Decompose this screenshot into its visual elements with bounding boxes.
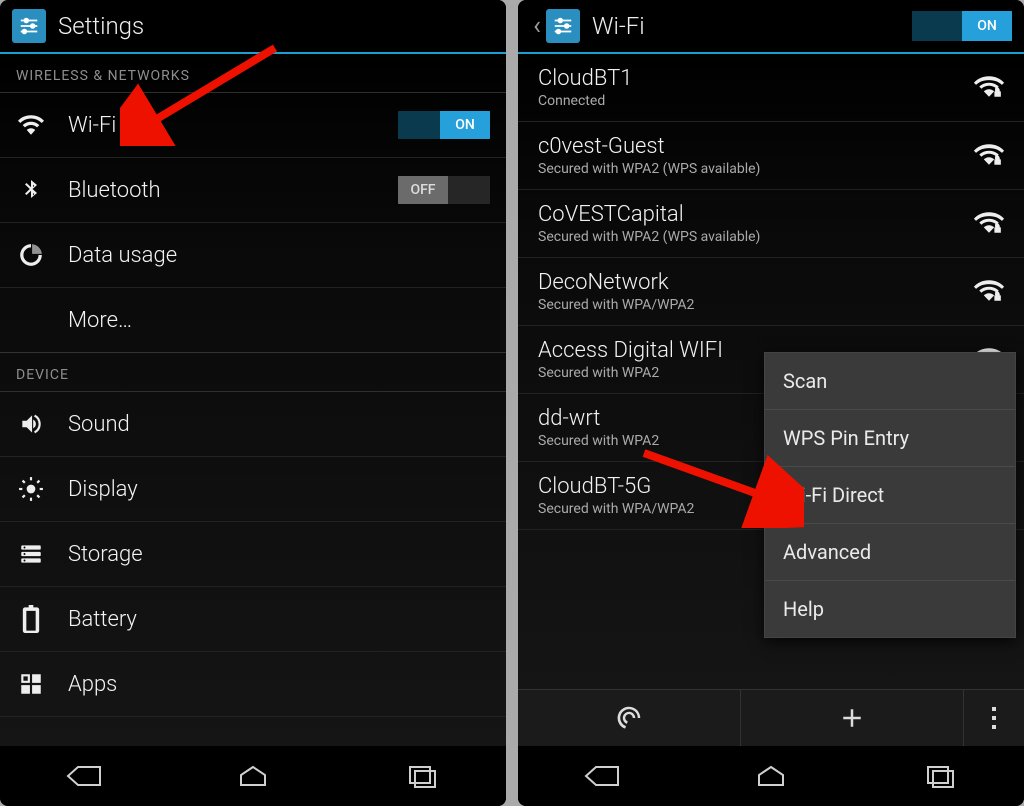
network-name: c0vest-Guest: [538, 134, 962, 159]
header: Settings: [0, 0, 506, 54]
row-label: Apps: [68, 672, 490, 697]
menu-item-wps-pin[interactable]: WPS Pin Entry: [765, 410, 1015, 467]
settings-list[interactable]: WIRELESS & NETWORKS Wi-Fi ON: [0, 54, 506, 746]
row-display[interactable]: Display: [0, 457, 506, 522]
overflow-menu: Scan WPS Pin Entry Wi-Fi Direct Advanced…: [764, 352, 1016, 638]
row-label: Display: [68, 477, 490, 502]
settings-app-icon: [12, 9, 46, 43]
row-storage[interactable]: Storage: [0, 522, 506, 587]
bluetooth-icon: [16, 175, 46, 205]
toggle-label: ON: [440, 111, 490, 139]
row-label: Sound: [68, 412, 490, 437]
menu-item-wifi-direct[interactable]: Wi-Fi Direct: [765, 467, 1015, 524]
wifi-network-row[interactable]: DecoNetwork Secured with WPA/WPA2: [518, 258, 1024, 326]
toggle-label: OFF: [398, 176, 448, 204]
row-label: More…: [68, 308, 490, 333]
phone-settings: Settings WIRELESS & NETWORKS Wi-Fi ON: [0, 0, 506, 806]
wifi-master-toggle[interactable]: ON: [912, 11, 1012, 41]
screen: ‹ Wi-Fi ON Cloud: [518, 0, 1024, 746]
wifi-action-bar: [518, 689, 1024, 746]
data-usage-icon: [16, 240, 46, 270]
wifi-signal-icon: [972, 276, 1006, 308]
row-label: Wi-Fi: [68, 113, 388, 138]
wifi-signal-icon: [972, 72, 1006, 104]
apps-icon: [16, 669, 46, 699]
menu-item-help[interactable]: Help: [765, 581, 1015, 637]
sliders-icon: [552, 15, 574, 37]
sound-icon: [16, 409, 46, 439]
row-data-usage[interactable]: Data usage: [0, 223, 506, 288]
wps-button[interactable]: [518, 690, 740, 746]
section-header-device: DEVICE: [0, 353, 506, 392]
network-status: Secured with WPA2 (WPS available): [538, 161, 962, 177]
bluetooth-toggle[interactable]: OFF: [398, 176, 490, 204]
battery-icon: [16, 604, 46, 634]
network-name: CloudBT1: [538, 66, 962, 91]
wifi-toggle[interactable]: ON: [398, 111, 490, 139]
wifi-network-row[interactable]: CloudBT1 Connected: [518, 54, 1024, 122]
nav-back-button[interactable]: [54, 756, 114, 796]
row-label: Storage: [68, 542, 490, 567]
row-label: Bluetooth: [68, 178, 388, 203]
screen: Settings WIRELESS & NETWORKS Wi-Fi ON: [0, 0, 506, 746]
section-header-wireless: WIRELESS & NETWORKS: [0, 54, 506, 93]
sliders-icon: [18, 15, 40, 37]
network-status: Connected: [538, 93, 962, 109]
network-name: DecoNetwork: [538, 270, 962, 295]
nav-back-button[interactable]: [572, 756, 632, 796]
nav-bar: [518, 746, 1024, 806]
row-more[interactable]: More…: [0, 288, 506, 353]
page-title: Wi-Fi: [592, 12, 912, 40]
menu-item-scan[interactable]: Scan: [765, 353, 1015, 410]
overflow-menu-button[interactable]: [963, 690, 1024, 746]
storage-icon: [16, 539, 46, 569]
toggle-label: ON: [962, 11, 1012, 41]
header: ‹ Wi-Fi ON: [518, 0, 1024, 54]
row-label: Battery: [68, 607, 490, 632]
row-battery[interactable]: Battery: [0, 587, 506, 652]
network-name: CoVESTCapital: [538, 202, 962, 227]
row-label: Data usage: [68, 243, 490, 268]
nav-bar: [0, 746, 506, 806]
network-status: Secured with WPA2 (WPS available): [538, 229, 962, 245]
phone-wifi: ‹ Wi-Fi ON Cloud: [518, 0, 1024, 806]
wifi-signal-icon: [972, 208, 1006, 240]
network-status: Secured with WPA/WPA2: [538, 297, 962, 313]
row-wifi[interactable]: Wi-Fi ON: [0, 93, 506, 158]
page-title: Settings: [58, 12, 494, 40]
wifi-network-row[interactable]: CoVESTCapital Secured with WPA2 (WPS ava…: [518, 190, 1024, 258]
nav-home-button[interactable]: [741, 756, 801, 796]
nav-recent-button[interactable]: [392, 756, 452, 796]
wifi-signal-icon: [972, 140, 1006, 172]
row-bluetooth[interactable]: Bluetooth OFF: [0, 158, 506, 223]
row-sound[interactable]: Sound: [0, 392, 506, 457]
display-icon: [16, 474, 46, 504]
wifi-icon: [16, 110, 46, 140]
nav-home-button[interactable]: [223, 756, 283, 796]
menu-item-advanced[interactable]: Advanced: [765, 524, 1015, 581]
row-apps[interactable]: Apps: [0, 652, 506, 717]
nav-recent-button[interactable]: [910, 756, 970, 796]
wifi-network-row[interactable]: c0vest-Guest Secured with WPA2 (WPS avai…: [518, 122, 1024, 190]
settings-app-icon[interactable]: [546, 9, 580, 43]
add-network-button[interactable]: [740, 690, 963, 746]
back-chevron-icon[interactable]: ‹: [530, 11, 544, 41]
